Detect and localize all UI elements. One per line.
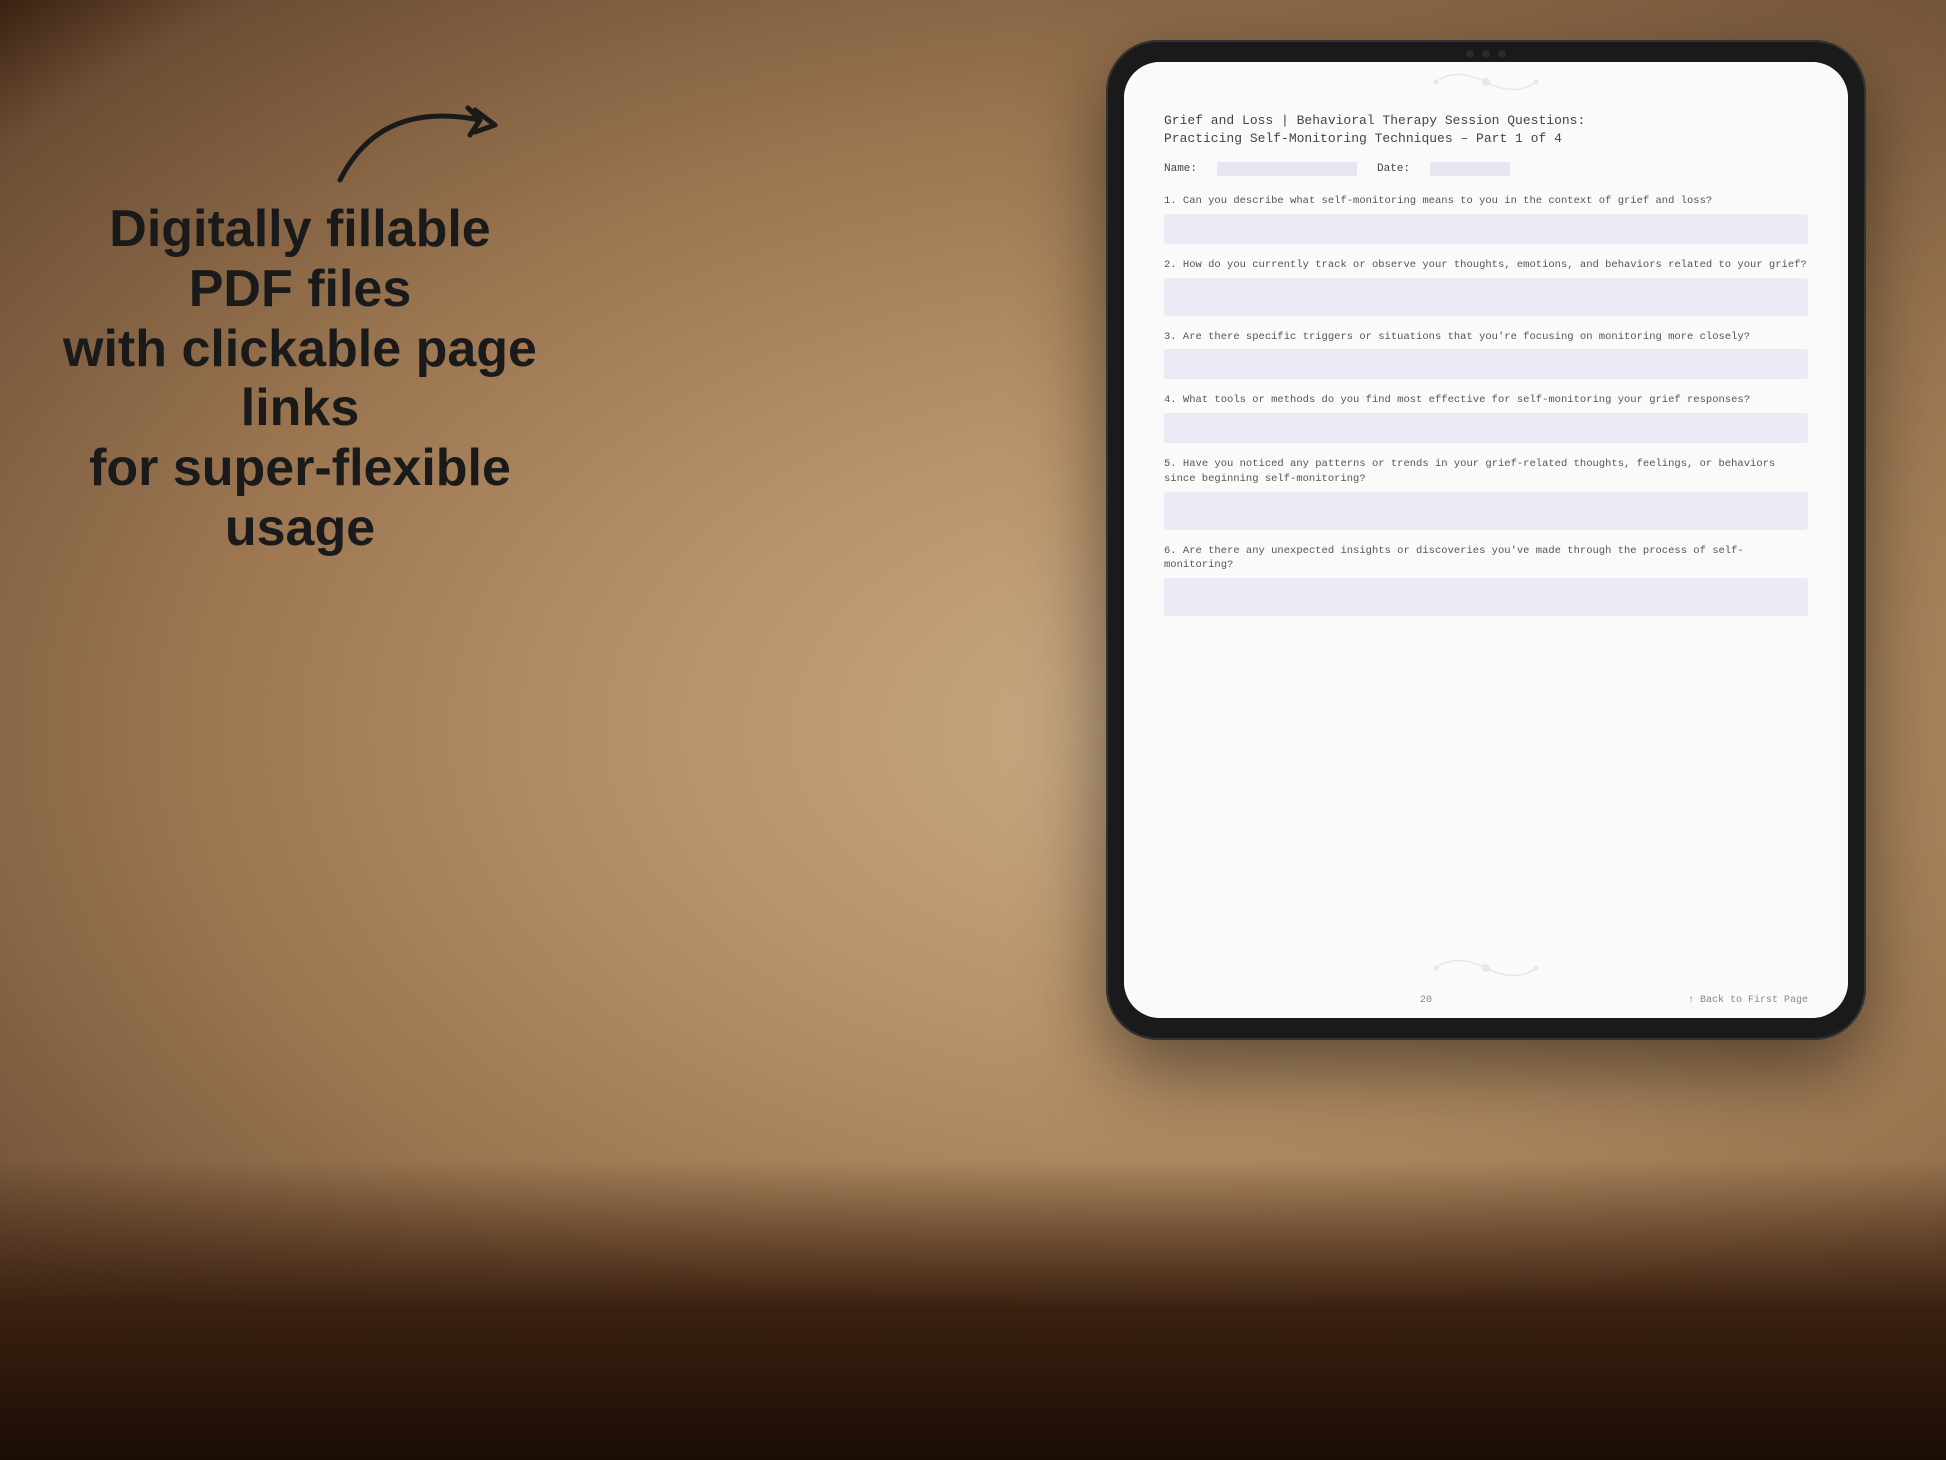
pdf-back-to-first-page-link[interactable]: ↑ Back to First Page — [1688, 995, 1808, 1006]
pdf-question-2: 2. How do you currently track or observe… — [1164, 258, 1808, 316]
tablet-screen: Grief and Loss | Behavioral Therapy Sess… — [1124, 62, 1848, 1018]
question-text-4: What tools or methods do you find most e… — [1183, 394, 1750, 406]
ornament-top-icon — [1426, 62, 1546, 102]
answer-area-6[interactable] — [1164, 578, 1808, 616]
pdf-title-line2: Practicing Self-Monitoring Techniques – … — [1164, 130, 1808, 148]
pdf-question-4: 4. What tools or methods do you find mos… — [1164, 393, 1808, 443]
pdf-name-field[interactable] — [1217, 162, 1357, 176]
tablet-device: Grief and Loss | Behavioral Therapy Sess… — [1106, 40, 1866, 1040]
camera-dot-1 — [1466, 50, 1474, 58]
pdf-name-label: Name: — [1164, 163, 1197, 175]
question-text-1: Can you describe what self-monitoring me… — [1183, 195, 1712, 207]
question-text-2: How do you currently track or observe yo… — [1183, 259, 1807, 271]
pdf-title-line1: Grief and Loss | Behavioral Therapy Sess… — [1164, 112, 1808, 130]
question-number-2: 2. — [1164, 259, 1177, 271]
question-text-5: Have you noticed any patterns or trends … — [1164, 458, 1775, 485]
answer-area-2[interactable] — [1164, 278, 1808, 316]
ornament-bottom-icon — [1426, 948, 1546, 988]
pdf-date-label: Date: — [1377, 163, 1410, 175]
text-line-2: with clickable page links — [63, 320, 537, 438]
pdf-question-5: 5. Have you noticed any patterns or tren… — [1164, 457, 1808, 529]
question-number-6: 6. — [1164, 545, 1177, 557]
question-number-4: 4. — [1164, 394, 1177, 406]
text-line-3: for super-flexible usage — [89, 439, 511, 557]
marketing-text: Digitally fillable PDF files with clicka… — [60, 200, 540, 559]
answer-area-3[interactable] — [1164, 349, 1808, 379]
question-number-1: 1. — [1164, 195, 1177, 207]
pdf-footer: 20 ↑ Back to First Page — [1164, 995, 1808, 1006]
pdf-page-number: 20 — [1420, 995, 1432, 1006]
dark-bottom-overlay — [0, 1160, 1946, 1460]
left-text-block: Digitally fillable PDF files with clicka… — [60, 200, 540, 559]
pdf-question-6: 6. Are there any unexpected insights or … — [1164, 544, 1808, 616]
answer-area-4[interactable] — [1164, 413, 1808, 443]
question-number-3: 3. — [1164, 331, 1177, 343]
pdf-title: Grief and Loss | Behavioral Therapy Sess… — [1164, 112, 1808, 148]
text-line-1: Digitally fillable PDF files — [109, 200, 490, 318]
tablet-frame: Grief and Loss | Behavioral Therapy Sess… — [1106, 40, 1866, 1040]
question-number-5: 5. — [1164, 458, 1177, 470]
tablet-camera — [1466, 50, 1506, 58]
question-text-6: Are there any unexpected insights or dis… — [1164, 545, 1744, 572]
pdf-page: Grief and Loss | Behavioral Therapy Sess… — [1124, 62, 1848, 1018]
answer-area-5[interactable] — [1164, 492, 1808, 530]
arrow-container — [320, 80, 540, 205]
pdf-name-row: Name: Date: — [1164, 162, 1808, 176]
answer-area-1[interactable] — [1164, 214, 1808, 244]
arrow-icon — [320, 80, 540, 200]
camera-dot-3 — [1498, 50, 1506, 58]
camera-dot-2 — [1482, 50, 1490, 58]
pdf-question-1: 1. Can you describe what self-monitoring… — [1164, 194, 1808, 244]
question-text-3: Are there specific triggers or situation… — [1183, 331, 1750, 343]
pdf-date-field[interactable] — [1430, 162, 1510, 176]
pdf-question-3: 3. Are there specific triggers or situat… — [1164, 330, 1808, 380]
